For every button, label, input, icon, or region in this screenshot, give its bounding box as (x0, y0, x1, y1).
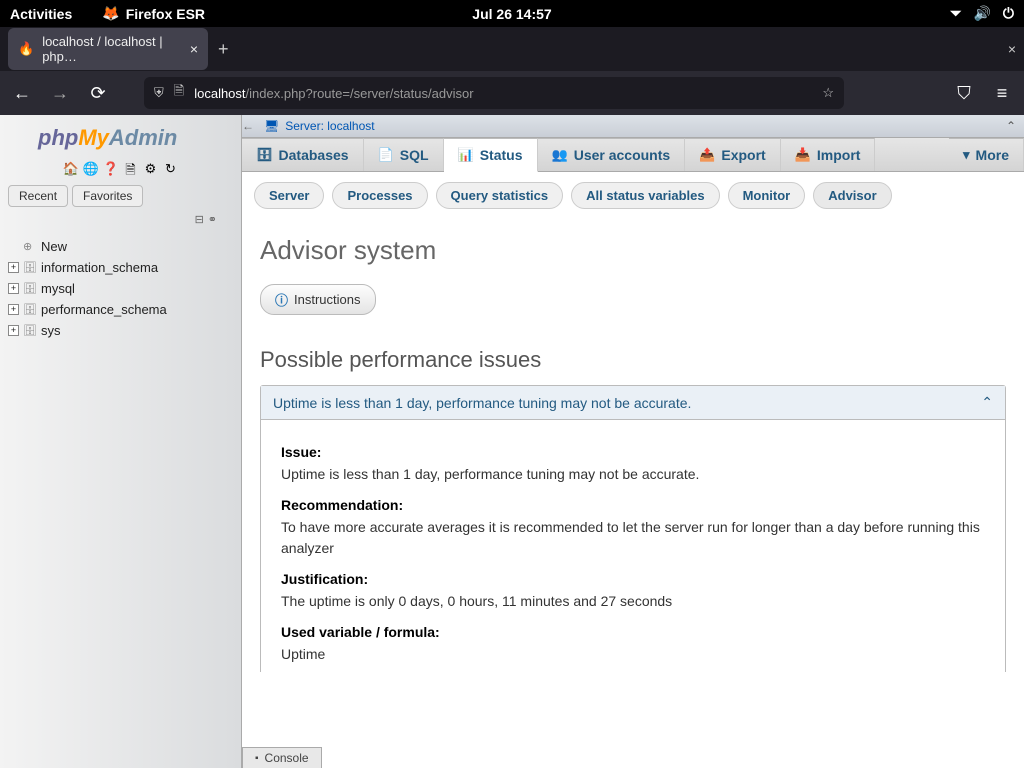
new-db-icon: ⊕ (23, 240, 37, 253)
issue-label: Issue: (281, 444, 985, 460)
status-icon: 📊 (458, 147, 474, 163)
subtab-advisor[interactable]: Advisor (813, 182, 891, 209)
subtab-monitor[interactable]: Monitor (728, 182, 806, 209)
favicon-icon: 🔥 (18, 41, 34, 57)
expand-icon[interactable]: + (8, 283, 19, 294)
tab-status[interactable]: 📊Status (444, 138, 538, 172)
tab-sql[interactable]: 📄SQL (364, 138, 444, 171)
browser-tab-strip: 🔥 localhost / localhost | php… × + × (0, 27, 1024, 71)
export-icon: 📤 (699, 147, 715, 163)
pma-sidebar: phpMyAdmin 🏠 🌐 ❓ 🗎 ⚙ ↻ Recent Favorites … (0, 115, 242, 768)
chevron-up-icon: ⌃ (981, 394, 993, 411)
clock[interactable]: Jul 26 14:57 (472, 6, 551, 22)
sql-tab-icon: 📄 (378, 147, 394, 163)
close-tab-icon[interactable]: × (190, 41, 198, 57)
logout-icon[interactable]: 🌐 (83, 161, 99, 177)
subtab-server[interactable]: Server (254, 182, 324, 209)
shield-icon[interactable]: ⛨ (154, 85, 164, 101)
browser-toolbar: ← → ⟳ ⛨ 🗎 localhost/index.php?route=/ser… (0, 71, 1024, 115)
subtab-processes[interactable]: Processes (332, 182, 427, 209)
collapse-sidebar-icon[interactable]: ← (242, 119, 254, 133)
tab-users[interactable]: 👥User accounts (538, 138, 686, 171)
justification-label: Justification: (281, 571, 985, 587)
accordion-header[interactable]: Uptime is less than 1 day, performance t… (261, 386, 1005, 420)
users-icon: 👥 (552, 147, 568, 163)
desktop-top-bar: Activities 🦊 Firefox ESR Jul 26 14:57 ⏷ … (0, 0, 1024, 27)
subtab-all-status-variables[interactable]: All status variables (571, 182, 720, 209)
issue-text: Uptime is less than 1 day, performance t… (281, 464, 985, 485)
url-bar[interactable]: ⛨ 🗎 localhost/index.php?route=/server/st… (144, 77, 844, 109)
db-icon: 🗄 (23, 261, 37, 274)
settings-icon[interactable]: ⚙ (143, 161, 159, 177)
network-icon[interactable]: ⏷ (950, 5, 961, 22)
activities-button[interactable]: Activities (10, 6, 72, 22)
tab-databases[interactable]: 🗄Databases (242, 138, 364, 171)
recommendation-label: Recommendation: (281, 497, 985, 513)
bookmark-icon[interactable]: ☆ (822, 85, 834, 101)
collapse-all-icon[interactable]: ⊟ (195, 213, 204, 226)
close-window-icon[interactable]: × (1008, 41, 1016, 57)
pocket-icon[interactable]: ⛉ (952, 83, 976, 104)
sub-tabs: Server Processes Query statistics All st… (242, 172, 1024, 219)
breadcrumb: 🖥 Server: localhost ⌃ (242, 115, 1024, 138)
section-heading: Possible performance issues (260, 347, 1006, 373)
db-icon: 🗄 (23, 324, 37, 337)
info-icon: ⓘ (275, 290, 288, 309)
hamburger-menu-icon[interactable]: ≡ (990, 83, 1014, 104)
power-icon[interactable]: ⏻ (1003, 5, 1014, 22)
recent-tab[interactable]: Recent (8, 185, 68, 207)
issue-accordion: Uptime is less than 1 day, performance t… (260, 385, 1006, 672)
sql-icon[interactable]: 🗎 (123, 161, 139, 177)
home-icon[interactable]: 🏠 (63, 161, 79, 177)
databases-icon: 🗄 (256, 147, 273, 163)
pma-icon-row: 🏠 🌐 ❓ 🗎 ⚙ ↻ (0, 157, 241, 185)
import-icon: 📥 (795, 147, 811, 163)
new-tab-button[interactable]: + (218, 39, 229, 60)
database-tree: ⊕ New + 🗄 information_schema + 🗄 mysql +… (0, 230, 241, 341)
tab-import[interactable]: 📥Import (781, 138, 876, 171)
server-label[interactable]: Server: localhost (285, 119, 374, 133)
db-node-new[interactable]: ⊕ New (8, 236, 237, 257)
favorites-tab[interactable]: Favorites (72, 185, 143, 207)
pma-content: ← 🖥 Server: localhost ⌃ 🗄Databases 📄SQL … (242, 115, 1024, 768)
lock-icon[interactable]: 🗎 (174, 82, 184, 104)
justification-text: The uptime is only 0 days, 0 hours, 11 m… (281, 591, 985, 612)
docs-icon[interactable]: ❓ (103, 161, 119, 177)
collapse-breadcrumb-icon[interactable]: ⌃ (1006, 119, 1016, 133)
db-icon: 🗄 (23, 303, 37, 316)
volume-icon[interactable]: 🔊 (973, 5, 990, 22)
server-icon: 🖥 (264, 119, 279, 133)
top-tabs: 🗄Databases 📄SQL 📊Status 👥User accounts 📤… (242, 138, 1024, 172)
console-tab[interactable]: Console (242, 747, 322, 768)
link-icon[interactable]: ⚭ (208, 213, 217, 226)
reload-icon[interactable]: ↻ (163, 161, 179, 177)
subtab-query-statistics[interactable]: Query statistics (436, 182, 564, 209)
accordion-body: Issue: Uptime is less than 1 day, perfor… (261, 420, 1005, 672)
instructions-button[interactable]: ⓘ Instructions (260, 284, 376, 315)
chevron-down-icon: ▾ (963, 147, 970, 163)
expand-icon[interactable]: + (8, 325, 19, 336)
page-title: Advisor system (260, 235, 1006, 266)
active-app[interactable]: 🦊 Firefox ESR (102, 5, 205, 22)
formula-text: Uptime (281, 644, 985, 665)
tab-export[interactable]: 📤Export (685, 138, 781, 171)
tab-more[interactable]: ▾More (949, 138, 1024, 171)
db-node[interactable]: + 🗄 information_schema (8, 257, 237, 278)
formula-label: Used variable / formula: (281, 624, 985, 640)
forward-button: → (48, 83, 72, 104)
expand-icon[interactable]: + (8, 262, 19, 273)
firefox-icon: 🦊 (102, 5, 119, 22)
back-button[interactable]: ← (10, 83, 34, 104)
pma-logo[interactable]: phpMyAdmin (0, 115, 241, 157)
browser-tab[interactable]: 🔥 localhost / localhost | php… × (8, 28, 208, 70)
db-node[interactable]: + 🗄 mysql (8, 278, 237, 299)
recommendation-text: To have more accurate averages it is rec… (281, 517, 985, 559)
db-node[interactable]: + 🗄 performance_schema (8, 299, 237, 320)
expand-icon[interactable]: + (8, 304, 19, 315)
db-node[interactable]: + 🗄 sys (8, 320, 237, 341)
db-icon: 🗄 (23, 282, 37, 295)
reload-button[interactable]: ⟳ (86, 83, 110, 104)
